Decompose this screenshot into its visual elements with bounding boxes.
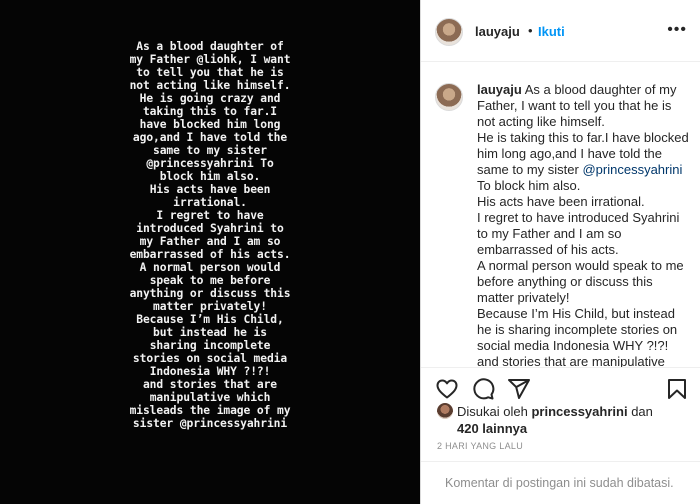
caption-mention[interactable]: @princessyahrini — [582, 162, 682, 177]
post-actions-bar — [421, 367, 700, 407]
follow-button[interactable]: Ikuti — [538, 24, 565, 39]
story-text-line: Indonesia WHY ?!?! — [149, 365, 271, 378]
story-text-block: As a blood daughter of my Father @liohk, … — [110, 40, 310, 430]
story-text-line: introduced Syahrini to — [136, 222, 284, 235]
story-text-line: and stories that are — [142, 378, 278, 391]
heart-icon[interactable] — [435, 377, 459, 401]
story-text-line: @princessyahrini To — [146, 157, 274, 170]
header-separator: • — [528, 23, 533, 38]
story-text-line: embarrassed of his acts. — [129, 248, 291, 261]
caption-paragraph-5: A normal person would speak to me before… — [477, 258, 684, 305]
caption-paragraph-3: His acts have been irrational. — [477, 194, 645, 209]
story-text-line: not acting like himself. — [129, 79, 291, 92]
post-header: lauyaju • Ikuti ••• — [421, 0, 700, 62]
story-text-line: ago,and I have told the — [132, 131, 288, 144]
story-text-line: sharing incomplete — [149, 339, 271, 352]
story-text-line: to tell you that he is — [136, 66, 284, 79]
post-media[interactable]: As a blood daughter of my Father @liohk, … — [0, 0, 420, 504]
story-text-line: block him also. — [159, 170, 261, 183]
story-text-line: taking this to far.I — [142, 105, 278, 118]
story-text-line: speak to me before — [149, 274, 271, 287]
liker-avatar[interactable] — [437, 403, 453, 419]
caption-paragraph-6: Because I’m His Child, but instead he is… — [477, 306, 678, 353]
liker-username[interactable]: princessyahrini — [531, 404, 627, 419]
story-text-line: matter privately! — [153, 300, 267, 313]
likes-count[interactable]: 420 lainnya — [437, 421, 527, 436]
likes-summary: Disukai oleh princessyahrini dan 420 lai… — [437, 403, 687, 437]
caption-username[interactable]: lauyaju — [477, 82, 522, 97]
story-text-line: I regret to have — [156, 209, 264, 222]
caption-avatar[interactable] — [435, 83, 463, 111]
story-text-line: my Father and I am so — [139, 235, 281, 248]
bookmark-icon[interactable] — [665, 377, 689, 401]
instagram-post-modal: As a blood daughter of my Father @liohk, … — [0, 0, 700, 504]
story-text-line: anything or discuss this — [129, 287, 291, 300]
caption-paragraph-4: I regret to have introduced Syahrini to … — [477, 210, 680, 257]
author-avatar[interactable] — [435, 18, 463, 46]
post-side-panel: lauyaju • Ikuti ••• lauyaju As a blood d… — [420, 0, 700, 504]
story-text-line: my Father @liohk, I want — [129, 53, 291, 66]
caption-text-2b: To block him also. — [477, 178, 581, 193]
story-text-line: He is going crazy and — [139, 92, 281, 105]
story-text-line: have blocked him long — [139, 118, 281, 131]
caption-paragraph-2: He is taking this to far.I have blocked … — [477, 130, 693, 194]
likes-prefix: Disukai oleh — [457, 404, 528, 419]
story-text-line: irrational. — [173, 196, 247, 209]
story-text-line: sister @princessyahrini — [132, 417, 288, 430]
story-text-line: misleads the image of my — [129, 404, 291, 417]
comments-disabled-notice: Komentar di postingan ini sudah dibatasi… — [445, 476, 674, 490]
likes-connector: dan — [631, 404, 653, 419]
comment-input-area: Komentar di postingan ini sudah dibatasi… — [421, 461, 700, 504]
story-text-line: manipulative which — [149, 391, 271, 404]
more-horizontal-icon[interactable]: ••• — [667, 22, 687, 38]
story-text-line: As a blood daughter of — [136, 40, 284, 53]
share-icon[interactable] — [507, 377, 531, 401]
author-username[interactable]: lauyaju — [475, 24, 520, 39]
caption-paragraph-1: lauyaju As a blood daughter of my Father… — [477, 82, 693, 130]
comments-section[interactable]: lauyaju As a blood daughter of my Father… — [421, 63, 700, 367]
story-text-line: but instead he is — [153, 326, 267, 339]
story-text-line: same to my sister — [153, 144, 267, 157]
story-text-line: A normal person would — [139, 261, 281, 274]
story-text-line: His acts have been — [149, 183, 271, 196]
caption-paragraph-7: and stories that are manipulative which … — [477, 354, 665, 367]
story-text-line: Because I’m His Child, — [136, 313, 284, 326]
comment-icon[interactable] — [471, 377, 495, 401]
post-caption: lauyaju As a blood daughter of my Father… — [477, 82, 693, 367]
post-timestamp[interactable]: 2 HARI YANG LALU — [437, 441, 523, 451]
story-text-line: stories on social media — [132, 352, 288, 365]
